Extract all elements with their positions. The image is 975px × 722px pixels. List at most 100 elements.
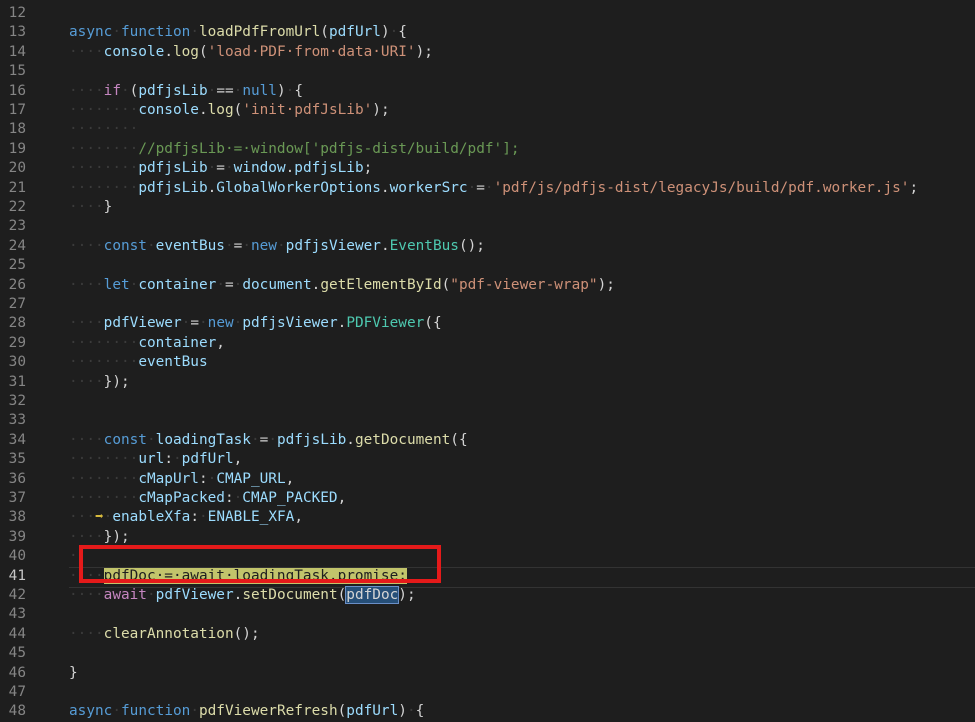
code-text[interactable]: ···➡·enableXfa:·ENABLE_XFA, [69, 508, 303, 527]
breakpoint-arrow-icon: ➡ [95, 509, 104, 526]
whitespace-marker: · [285, 82, 295, 99]
code-line[interactable]: 18 ········ [0, 120, 975, 139]
code-line[interactable]: 28 ····pdfViewer·=·new·pdfjsViewer.PDFVie… [0, 314, 975, 333]
line-number: 33 [8, 412, 26, 429]
code-line[interactable]: 24 ····const·eventBus·=·new·pdfjsViewer.E… [0, 237, 975, 256]
code-editor[interactable]: 12 13 async·function·loadPdfFromUrl(pdfUrl… [0, 0, 975, 719]
line-number: 47 [8, 684, 26, 700]
whitespace-marker: · [216, 276, 225, 293]
whitespace-marker: ···· [69, 431, 104, 448]
code-token: null [242, 82, 277, 99]
code-line[interactable]: 15 [0, 62, 975, 81]
code-text[interactable]: ····pdfViewer·=·new·pdfjsViewer.PDFViewe… [69, 314, 442, 333]
code-text[interactable]: } [69, 664, 78, 683]
code-token: loadingTask [155, 431, 251, 448]
code-token: workerSrc [389, 179, 468, 196]
code-line[interactable]: 30 ········eventBus [0, 353, 975, 372]
code-line[interactable]: 38 ···➡·enableXfa:·ENABLE_XFA, [0, 508, 975, 527]
code-token: ( [337, 587, 347, 603]
code-token: PDFViewer [346, 315, 425, 332]
whitespace-marker: · [207, 82, 217, 99]
code-line[interactable]: 25 [0, 256, 975, 275]
code-text[interactable]: ········pdfjsLib.GlobalWorkerOptions.wor… [69, 179, 918, 198]
code-line[interactable]: 35 ········url:·pdfUrl, [0, 450, 975, 469]
code-line[interactable]: 22 ····} [0, 198, 975, 217]
code-text[interactable]: ········console.log('init·pdfJsLib'); [69, 101, 390, 120]
code-text[interactable]: ········cMapUrl:·CMAP_URL, [69, 470, 294, 489]
code-line[interactable]: 17 ········console.log('init·pdfJsLib'); [0, 101, 975, 120]
code-token: , [337, 490, 347, 506]
code-token: if [103, 82, 121, 99]
code-line[interactable]: 23 [0, 217, 975, 236]
code-line[interactable]: 20 ········pdfjsLib·=·window.pdfjsLib; [0, 159, 975, 178]
code-line[interactable]: 31 ····}); [0, 373, 975, 392]
code-line[interactable]: 43 [0, 605, 975, 624]
code-text[interactable]: ········cMapPacked:·CMAP_PACKED, [69, 489, 346, 508]
whitespace-marker: · [484, 179, 494, 196]
whitespace-marker: ········ [69, 470, 139, 487]
annotation-highlight-box [79, 545, 441, 583]
code-token: pdfjsViewer [242, 315, 338, 332]
code-line[interactable]: 32 [0, 392, 975, 411]
code-token: log [207, 102, 234, 118]
code-line[interactable]: 36 ········cMapUrl:·CMAP_URL, [0, 470, 975, 489]
code-token: eventBus [155, 237, 225, 254]
code-text[interactable]: ········eventBus [69, 353, 208, 372]
whitespace-marker: · [146, 587, 156, 603]
whitespace-marker: · [146, 431, 156, 448]
code-line[interactable]: 37 ········cMapPacked:·CMAP_PACKED, [0, 489, 975, 508]
code-token: getElementById [320, 276, 442, 293]
code-line[interactable]: 48 async·function·pdfViewerRefresh(pdfUrl… [0, 702, 975, 721]
code-line[interactable]: 16 ····if·(pdfjsLib·==·null)·{ [0, 82, 975, 101]
code-text[interactable]: ····const·loadingTask·=·pdfjsLib.getDocu… [69, 431, 468, 450]
code-text[interactable]: ····await·pdfViewer.setDocument(pdfDoc); [69, 586, 416, 605]
code-token: ENABLE_XFA [207, 509, 295, 526]
code-token: pdfjsLib [138, 179, 208, 196]
code-line[interactable]: 47 [0, 683, 975, 702]
code-line[interactable]: 26 ····let·container·=·document.getElemen… [0, 276, 975, 295]
code-text[interactable]: ····}); [69, 373, 130, 392]
code-line[interactable]: 21 ········pdfjsLib.GlobalWorkerOptions.w… [0, 179, 975, 198]
code-text[interactable]: ····let·container·=·document.getElementB… [69, 276, 615, 295]
code-line[interactable]: 29 ········container, [0, 334, 975, 353]
code-text[interactable]: async·function·loadPdfFromUrl(pdfUrl)·{ [69, 23, 407, 42]
code-line[interactable]: 46} [0, 664, 975, 683]
line-number: 25 [8, 257, 26, 274]
code-line[interactable]: 27 [0, 295, 975, 314]
code-line[interactable]: 14 ····console.log('load·PDF·from·data·UR… [0, 43, 975, 62]
line-number: 20 [8, 160, 26, 177]
line-number: 16 [8, 82, 26, 99]
code-line[interactable]: 33 [0, 411, 975, 430]
code-line[interactable]: 45 [0, 644, 975, 663]
code-line[interactable]: 44 ····clearAnnotation(); [0, 625, 975, 644]
code-line[interactable]: 19 ········//pdfjsLib·=·window['pdfjs-dis… [0, 140, 975, 159]
whitespace-marker: · [198, 315, 208, 332]
code-line[interactable]: 13 async·function·loadPdfFromUrl(pdfUrl)·… [0, 23, 975, 42]
code-text[interactable]: ····console.log('load·PDF·from·data·URI'… [69, 43, 433, 62]
code-token: ( [337, 703, 347, 720]
code-token: = [216, 160, 225, 177]
code-text[interactable]: ········url:·pdfUrl, [69, 450, 242, 469]
code-token: . [380, 237, 390, 254]
code-line[interactable]: 34 ····const·loadingTask·=·pdfjsLib.getDo… [0, 431, 975, 450]
code-text[interactable]: ····const·eventBus·=·new·pdfjsViewer.Eve… [69, 237, 485, 256]
code-token: (); [458, 237, 485, 254]
code-text[interactable]: ····clearAnnotation(); [69, 625, 260, 644]
line-number: 46 [8, 664, 26, 681]
code-line[interactable]: 42 ····await·pdfViewer.setDocument(pdfDoc… [0, 586, 975, 605]
code-token: . [233, 587, 243, 603]
code-text[interactable]: ····if·(pdfjsLib·==·null)·{ [69, 82, 303, 101]
code-token: . [380, 179, 390, 196]
whitespace-marker: · [199, 509, 208, 526]
code-text[interactable]: ····} [69, 198, 112, 217]
code-text[interactable]: ········pdfjsLib·=·window.pdfjsLib; [69, 159, 372, 178]
whitespace-marker: · [389, 24, 399, 41]
whitespace-marker: · [276, 237, 286, 254]
code-text[interactable]: ········container, [69, 334, 225, 353]
code-line[interactable]: 12 [0, 4, 975, 23]
code-text[interactable]: ········ [69, 120, 138, 139]
code-text[interactable]: async·function·pdfViewerRefresh(pdfUrl)·… [69, 702, 424, 721]
whitespace-marker: · [146, 237, 156, 254]
code-text[interactable]: ········//pdfjsLib·=·window['pdfjs-dist/… [69, 140, 520, 159]
code-token: CMAP_URL [216, 470, 286, 487]
